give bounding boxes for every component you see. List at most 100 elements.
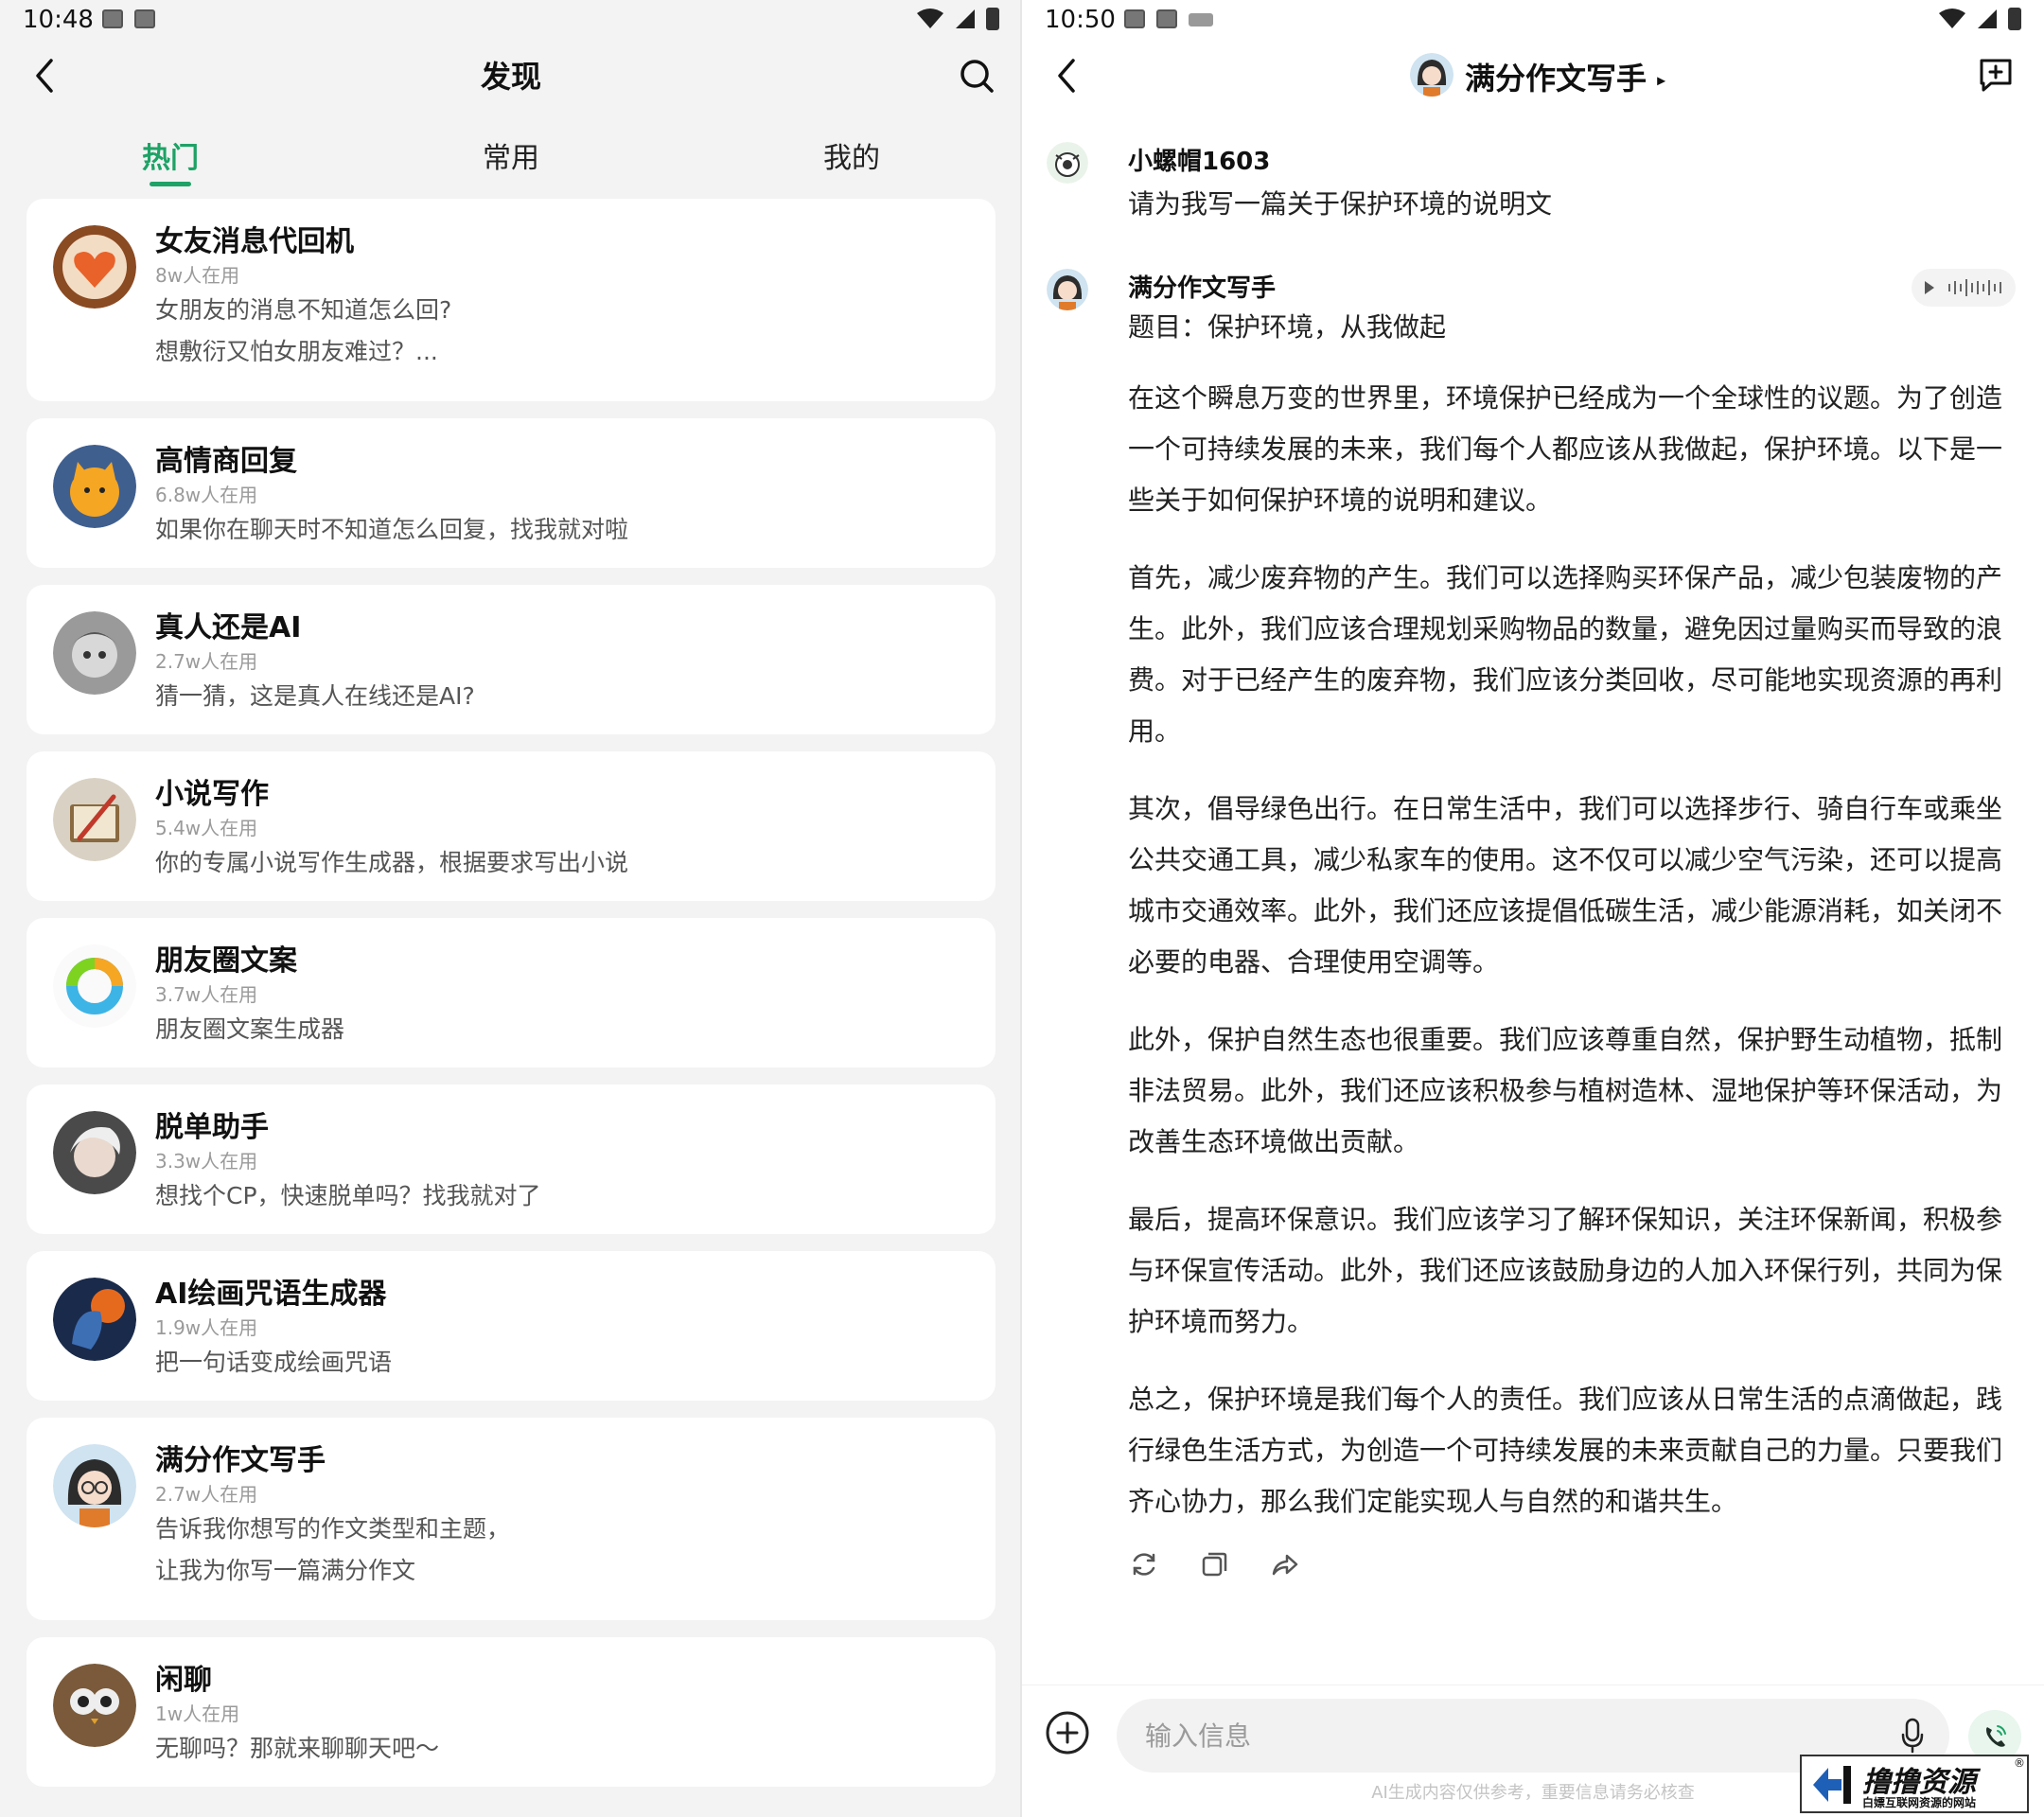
bot-users: 1w人在用 <box>155 1702 240 1725</box>
tab-mine-label: 我的 <box>823 142 880 175</box>
tab-active-indicator <box>150 182 191 186</box>
cosmic-face-avatar <box>53 1278 136 1361</box>
essay-paragraph: 最后，提高环保意识。我们应该学习了解环保知识，关注环保新闻，积极参与环保宣传活动… <box>1128 1204 2003 1337</box>
bot-list: 女友消息代回机 8w人在用 女朋友的消息不知道怎么回? 想敷衍又怕女朋友难过？.… <box>26 199 996 1804</box>
bot-message-body: 题目：保护环境，从我做起 在这个瞬息万变的世界里，环境保护已经成为一个全球性的议… <box>1128 307 2016 1554</box>
user-message: 小螺帽1603 请为我写一篇关于保护环境的说明文 <box>1047 142 2016 227</box>
bot-title: 女友消息代回机 <box>155 225 354 258</box>
bot-desc: 女朋友的消息不知道怎么回? 想敷衍又怕女朋友难过？... <box>155 296 452 365</box>
message-actions <box>1128 1548 1300 1580</box>
tab-hot[interactable]: 热门 <box>76 134 265 186</box>
bot-desc: 想找个CP，快速脱单吗？找我就对了 <box>155 1182 541 1209</box>
bot-card[interactable]: 朋友圈文案 3.7w人在用 朋友圈文案生成器 <box>26 918 996 1067</box>
add-attachment-icon[interactable] <box>1045 1710 1090 1755</box>
bot-title: 真人还是AI <box>155 611 302 644</box>
app-notification-icon <box>134 9 155 28</box>
bot-title: 小说写作 <box>155 778 269 811</box>
bot-desc: 如果你在聊天时不知道怎么回复，找我就对啦 <box>155 516 629 543</box>
bot-users: 3.3w人在用 <box>155 1150 258 1173</box>
user-name: 小螺帽1603 <box>1128 148 1271 176</box>
status-time: 10:50 <box>1045 6 1116 34</box>
tab-mine[interactable]: 我的 <box>757 134 946 176</box>
cat-avatar <box>53 445 136 528</box>
signal-icon <box>956 9 975 28</box>
bot-card[interactable]: 高情商回复 6.8w人在用 如果你在聊天时不知道怎么回复，找我就对啦 <box>26 418 996 568</box>
bot-card[interactable]: 脱单助手 3.3w人在用 想找个CP，快速脱单吗？找我就对了 <box>26 1085 996 1234</box>
book-quill-avatar <box>53 778 136 861</box>
watermark-logo: 撸撸资源 白嫖互联网资源的网站 ® <box>1800 1755 2029 1813</box>
tab-bar: 热门 常用 我的 <box>0 129 1022 195</box>
bot-users: 6.8w人在用 <box>155 484 258 506</box>
bot-desc: 你的专属小说写作生成器，根据要求写出小说 <box>155 849 629 876</box>
bot-users: 5.4w人在用 <box>155 817 258 839</box>
image-notification-icon <box>102 9 123 28</box>
bot-card[interactable]: 小说写作 5.4w人在用 你的专属小说写作生成器，根据要求写出小说 <box>26 751 996 901</box>
bot-message-avatar <box>1047 269 1088 310</box>
status-bar: 10:48 <box>0 0 1022 42</box>
essay-paragraph: 此外，保护自然生态也很重要。我们应该尊重自然，保护野生动植物，抵制非法贸易。此外… <box>1128 1024 2003 1157</box>
bot-card[interactable]: 真人还是AI 2.7w人在用 猜一猜，这是真人在线还是AI? <box>26 585 996 734</box>
page-title: 发现 <box>480 59 541 95</box>
essay-paragraph: 其次，倡导绿色出行。在日常生活中，我们可以选择步行、骑自行车或乘坐公共交通工具，… <box>1128 793 2003 978</box>
caret-right-icon: ▸ <box>1657 70 1666 91</box>
bot-desc: 把一句话变成绘画咒语 <box>155 1349 393 1376</box>
app-notification-icon <box>1156 9 1177 28</box>
bot-title: 闲聊 <box>155 1664 212 1697</box>
microphone-icon[interactable] <box>1900 1718 1925 1754</box>
bot-users: 2.7w人在用 <box>155 650 258 673</box>
chat-title-text: 满分作文写手 <box>1465 61 1648 97</box>
new-chat-icon[interactable] <box>1976 55 2016 95</box>
voice-playback-button[interactable] <box>1912 269 2016 307</box>
bot-users: 1.9w人在用 <box>155 1316 258 1339</box>
chat-title[interactable]: 满分作文写手 ▸ <box>1465 55 1665 98</box>
bot-users: 8w人在用 <box>155 264 240 287</box>
owl-avatar <box>53 1664 136 1747</box>
registered-mark: ® <box>2014 1756 2025 1770</box>
bot-desc: 无聊吗？那就来聊聊天吧～ <box>155 1735 440 1762</box>
user-avatar <box>1047 142 1088 184</box>
share-icon[interactable] <box>1268 1548 1300 1580</box>
bot-avatar[interactable] <box>1410 53 1454 97</box>
back-icon[interactable] <box>1048 55 1086 97</box>
wifi-icon <box>917 9 943 28</box>
watermark-sub-text: 白嫖互联网资源的网站 <box>1862 1796 1977 1809</box>
wifi-icon <box>1939 9 1965 28</box>
search-icon[interactable] <box>958 55 996 97</box>
bot-users: 2.7w人在用 <box>155 1483 258 1506</box>
battery-icon <box>986 8 999 30</box>
image-notification-icon <box>1124 9 1145 28</box>
bot-title: 朋友圈文案 <box>155 944 297 978</box>
status-time: 10:48 <box>23 6 94 34</box>
watermark-mark-icon <box>1813 1766 1851 1804</box>
bot-users: 3.7w人在用 <box>155 983 258 1006</box>
bot-card[interactable]: AI绘画咒语生成器 1.9w人在用 把一句话变成绘画咒语 <box>26 1251 996 1401</box>
essay-paragraph: 总之，保护环境是我们每个人的责任。我们应该从日常生活的点滴做起，践行绿色生活方式… <box>1128 1384 2003 1517</box>
bot-name: 满分作文写手 <box>1128 274 1277 303</box>
bot-desc: 朋友圈文案生成器 <box>155 1015 345 1043</box>
anime-boy-avatar <box>53 1111 136 1194</box>
robot-girl-avatar <box>53 611 136 695</box>
top-nav: 发现 <box>0 47 1022 104</box>
bot-title: 高情商回复 <box>155 445 297 478</box>
message-input[interactable] <box>1143 1714 1866 1757</box>
bot-message: 满分作文写手 题目：保护环境，从我做起 在这个瞬息万变的世界里，环境保护已经成为… <box>1047 269 2016 1622</box>
bot-card[interactable]: 闲聊 1w人在用 无聊吗？那就来聊聊天吧～ <box>26 1637 996 1787</box>
essay-subject: 题目：保护环境，从我做起 <box>1128 311 1447 343</box>
bot-card[interactable]: 满分作文写手 2.7w人在用 告诉我你想写的作文类型和主题， 让我为你写一篇满分… <box>26 1418 996 1620</box>
bot-title: AI绘画咒语生成器 <box>155 1278 387 1311</box>
bot-title: 满分作文写手 <box>155 1444 326 1477</box>
user-message-text: 请为我写一篇关于保护环境的说明文 <box>1128 188 1553 220</box>
bot-title: 脱单助手 <box>155 1111 269 1144</box>
status-bar: 10:50 <box>1022 0 2044 42</box>
bot-desc: 猜一猜，这是真人在线还是AI? <box>155 682 475 710</box>
copy-icon[interactable] <box>1198 1548 1230 1580</box>
keyboard-icon <box>1189 13 1213 26</box>
essay-paragraph: 在这个瞬息万变的世界里，环境保护已经成为一个全球性的议题。为了创造一个可持续发展… <box>1128 382 2003 516</box>
heart-avatar <box>53 225 136 309</box>
regenerate-icon[interactable] <box>1128 1548 1160 1580</box>
bot-card[interactable]: 女友消息代回机 8w人在用 女朋友的消息不知道怎么回? 想敷衍又怕女朋友难过？.… <box>26 199 996 401</box>
tab-frequent[interactable]: 常用 <box>416 134 606 176</box>
tab-hot-label: 热门 <box>142 142 199 175</box>
battery-icon <box>2008 8 2021 30</box>
chat-screen: 10:50 满分作文写手 ▸ 小螺帽1603 请为我写一篇关于保护环境的说明文 … <box>1022 0 2044 1817</box>
